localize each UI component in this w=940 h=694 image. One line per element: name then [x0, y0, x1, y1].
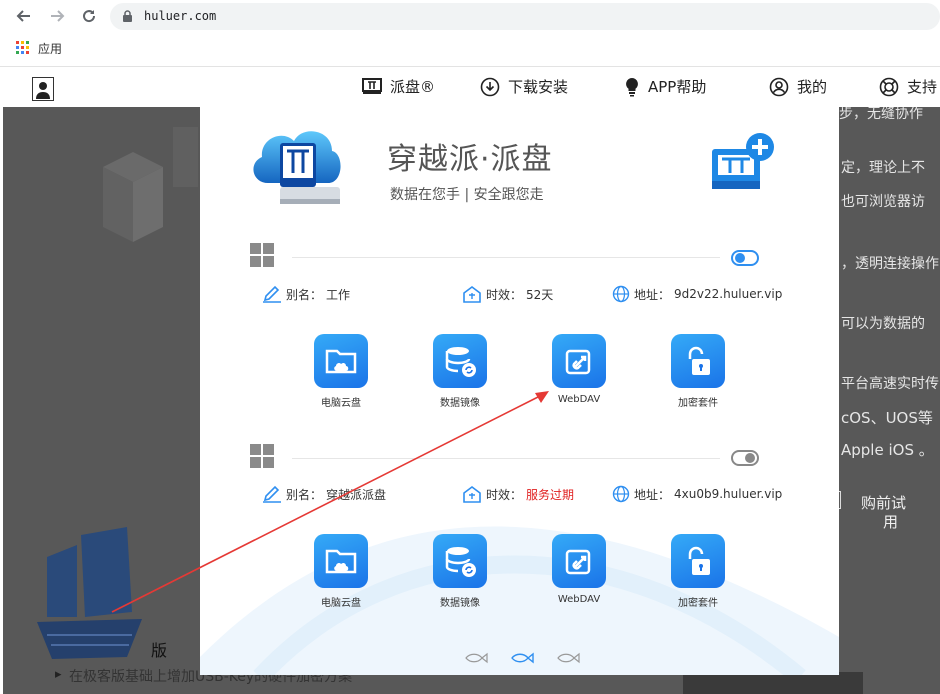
app-data-mirror[interactable]: 数据镜像	[420, 534, 500, 609]
download-icon	[480, 77, 500, 96]
alias-info: 别名： 穿越派派盘	[262, 485, 386, 503]
nav-app-help[interactable]: APP帮助	[624, 76, 706, 97]
bookmark-label: 应用	[38, 41, 63, 56]
forward-button[interactable]	[45, 4, 69, 28]
add-device-button[interactable]	[710, 131, 776, 201]
nav-download[interactable]: 下载安装	[480, 76, 568, 97]
app-webdav[interactable]: WebDAV	[539, 534, 619, 605]
windows-icon	[250, 243, 274, 267]
lightbulb-icon	[626, 77, 638, 96]
address-info: 地址： 9d2v22.huluer.vip	[612, 285, 782, 303]
pager-dot-icon[interactable]	[556, 652, 580, 664]
site-nav: 派盘® 下载安装 APP帮助 我的 支持	[0, 67, 940, 107]
support-icon	[879, 77, 899, 96]
app-pc-cloud-disk[interactable]: 电脑云盘	[301, 534, 381, 609]
link-icon	[565, 549, 591, 575]
back-button[interactable]	[12, 4, 36, 28]
site-avatar-icon[interactable]	[32, 77, 54, 101]
modal-subtitle: 数据在您手 | 安全跟您走	[390, 187, 544, 203]
padlock-icon	[688, 546, 710, 575]
forward-arrow-icon	[51, 10, 65, 22]
device-modal: 穿越派·派盘 数据在您手 | 安全跟您走 别名： 工作 时效： 52天 地址： …	[200, 107, 839, 675]
background-image-strip	[683, 672, 863, 694]
reload-button[interactable]	[77, 4, 101, 28]
paipan-cloud-logo-icon	[253, 131, 341, 204]
globe-icon	[612, 485, 630, 503]
add-device-icon	[712, 133, 774, 189]
modal-title: 穿越派·派盘	[387, 142, 553, 177]
pager	[464, 652, 580, 664]
nav-mine[interactable]: 我的	[769, 76, 827, 97]
pager-dot-active-icon[interactable]	[510, 652, 534, 664]
alias-info: 别名： 工作	[262, 285, 350, 303]
app-webdav[interactable]: WebDAV	[539, 334, 619, 405]
browser-chrome: huluer.com 应用	[0, 0, 940, 67]
divider	[292, 257, 720, 258]
pai-logo-icon	[362, 77, 382, 94]
link-icon	[565, 349, 591, 375]
nav-paipan[interactable]: 派盘®	[362, 76, 435, 97]
app-pc-cloud-disk[interactable]: 电脑云盘	[301, 334, 381, 409]
validity-info: 时效： 52天	[462, 285, 553, 303]
validity-info: 时效： 服务过期	[462, 485, 574, 503]
device-toggle-off[interactable]	[731, 450, 759, 466]
database-sync-icon	[445, 347, 476, 377]
app-data-mirror[interactable]: 数据镜像	[420, 334, 500, 409]
address-info: 地址： 4xu0b9.huluer.vip	[612, 485, 782, 503]
database-sync-icon	[445, 547, 476, 577]
globe-icon	[612, 285, 630, 303]
background-illustration-icon	[103, 127, 198, 242]
divider	[292, 458, 720, 459]
bookmark-apps[interactable]: 应用	[16, 38, 62, 58]
expired-status: 服务过期	[526, 487, 575, 502]
padlock-icon	[688, 346, 710, 375]
house-clock-icon	[463, 486, 481, 503]
url-text: huluer.com	[144, 9, 217, 23]
reload-icon	[83, 10, 96, 23]
user-icon	[769, 77, 789, 96]
apps-grid-icon	[16, 41, 29, 54]
device-toggle-on[interactable]	[731, 250, 759, 266]
back-arrow-icon	[16, 10, 30, 22]
nav-support[interactable]: 支持	[879, 76, 937, 97]
pencil-icon	[263, 485, 281, 503]
app-encryption-suite[interactable]: 加密套件	[658, 534, 738, 609]
folder-cloud-icon	[325, 549, 357, 574]
app-encryption-suite[interactable]: 加密套件	[658, 334, 738, 409]
pencil-icon	[263, 285, 281, 303]
address-bar[interactable]: huluer.com	[110, 3, 940, 30]
free-trial-ship-icon	[37, 527, 142, 659]
wave-watermark	[200, 526, 839, 675]
house-clock-icon	[463, 286, 481, 303]
pager-dot-icon[interactable]	[464, 652, 488, 664]
windows-icon	[250, 444, 274, 468]
lock-icon	[123, 10, 132, 22]
folder-cloud-icon	[325, 349, 357, 374]
